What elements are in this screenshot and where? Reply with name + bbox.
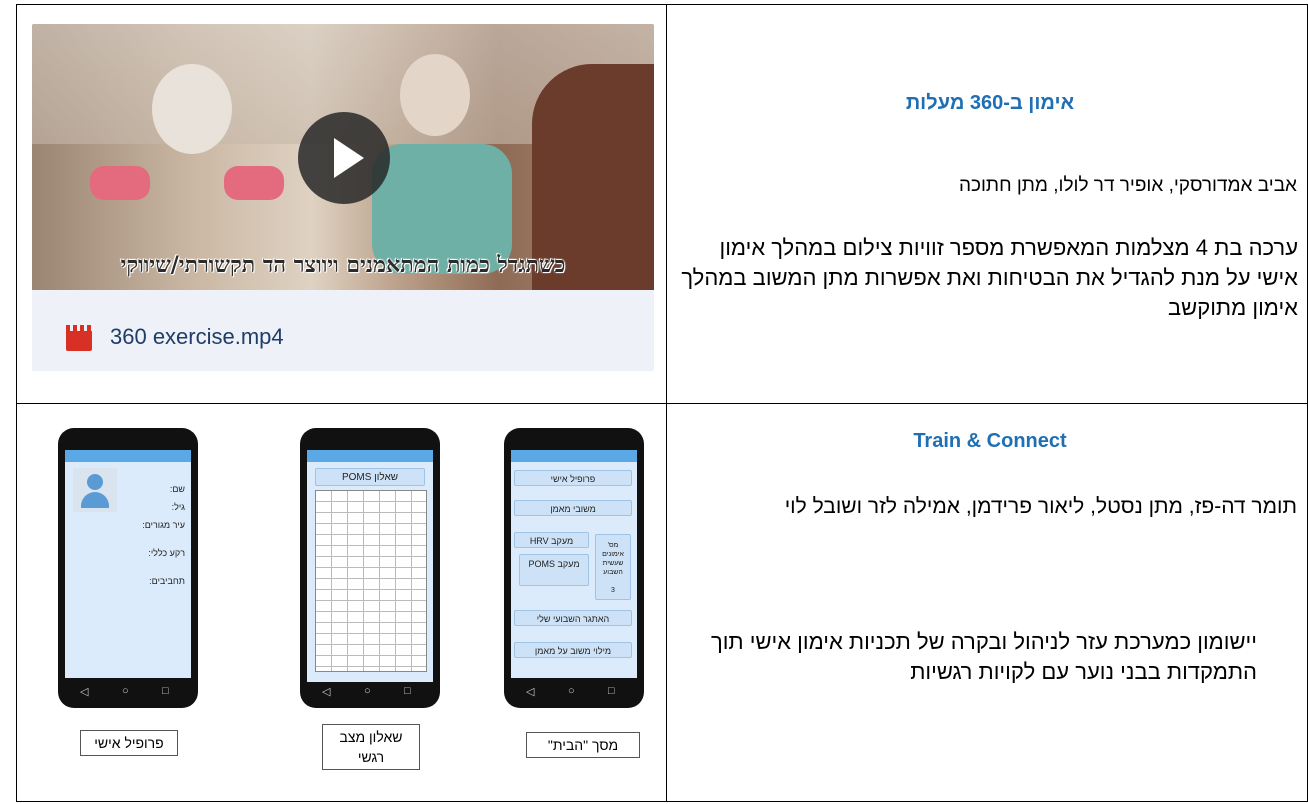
- profile-screen: שם: גיל: עיר מגורים: רקע כללי: תחביבים:: [65, 450, 191, 678]
- video-file-icon: [66, 325, 92, 351]
- profile-field-name: שם:: [169, 484, 185, 494]
- poms-header: שאלון POMS: [315, 468, 425, 486]
- recents-icon[interactable]: □: [608, 685, 615, 697]
- counter-title: מס' אימונים שעשית השבוע: [602, 542, 624, 576]
- project-authors-train-connect: תומר דה-פז, מתן נסטל, ליאור פרידמן, אמיל…: [784, 495, 1297, 518]
- project-title-360: אימון ב-360 מעלות: [905, 92, 1075, 114]
- home-button-poms[interactable]: מעקב POMS: [519, 554, 589, 586]
- avatar: [73, 468, 117, 512]
- home-icon[interactable]: ○: [122, 685, 129, 697]
- counter-value: 3: [611, 587, 615, 594]
- home-button-profile[interactable]: פרופיל אישי: [514, 470, 632, 486]
- home-icon[interactable]: ○: [568, 685, 575, 697]
- back-icon[interactable]: ◁: [322, 685, 330, 698]
- dumbbell-left: [90, 166, 150, 200]
- video-attachment[interactable]: כשתגדל כמות המתאמנים ויווצר הד תקשורתי/ש…: [32, 24, 654, 371]
- project-authors-360: אביב אמדורסקי, אופיר דר לולו, מתן חתוכה: [958, 175, 1297, 196]
- poms-table[interactable]: [315, 490, 427, 672]
- recents-icon[interactable]: □: [162, 685, 169, 697]
- back-icon[interactable]: ◁: [526, 685, 534, 698]
- weekly-workouts-counter: מס' אימונים שעשית השבוע 3: [595, 534, 631, 600]
- dumbbell-right: [224, 166, 284, 200]
- home-button-hrv[interactable]: מעקב HRV: [514, 532, 589, 548]
- recents-icon[interactable]: □: [404, 685, 411, 697]
- profile-field-background: רקע כללי:: [148, 548, 185, 558]
- home-button-fill-coach-feedback[interactable]: מילוי משוב על מאמן: [514, 642, 632, 658]
- project-title-train-connect: Train & Connect: [913, 430, 1067, 452]
- poms-screen: שאלון POMS: [307, 450, 433, 682]
- profile-field-city: עיר מגורים:: [142, 520, 185, 530]
- label-home-screen: מסך "הבית": [526, 732, 640, 758]
- profile-field-age: גיל:: [171, 502, 185, 512]
- home-icon[interactable]: ○: [364, 685, 371, 697]
- project-description-train-connect: יישומון כמערכת עזר לניהול ובקרה של תכניו…: [710, 629, 1257, 684]
- play-icon[interactable]: [298, 112, 390, 204]
- back-icon[interactable]: ◁: [80, 685, 88, 698]
- phone-profile-screen: שם: גיל: עיר מגורים: רקע כללי: תחביבים: …: [58, 428, 198, 708]
- label-poms-screen: שאלון מצב רגשי: [322, 724, 420, 770]
- row-divider: [16, 403, 1308, 404]
- video-filename[interactable]: 360 exercise.mp4: [110, 324, 284, 350]
- senior-woman-figure: [152, 64, 232, 154]
- video-thumbnail[interactable]: כשתגדל כמות המתאמנים ויווצר הד תקשורתי/ש…: [32, 24, 654, 290]
- home-screen: פרופיל אישי משובי מאמן מעקב HRV מעקב POM…: [511, 450, 637, 678]
- home-button-coach-feedback[interactable]: משובי מאמן: [514, 500, 632, 516]
- column-divider: [666, 4, 667, 802]
- video-caption: כשתגדל כמות המתאמנים ויווצר הד תקשורתי/ש…: [120, 252, 566, 278]
- home-button-weekly-challenge[interactable]: האתגר השבועי שלי: [514, 610, 632, 626]
- project-description-360: ערכה בת 4 מצלמות המאפשרת מספר זוויות ציל…: [681, 235, 1298, 320]
- phone-poms-screen: שאלון POMS ◁ ○ □: [300, 428, 440, 708]
- label-profile-screen: פרופיל אישי: [80, 730, 178, 756]
- profile-field-hobbies: תחביבים:: [149, 576, 185, 586]
- senior-man-figure: [400, 54, 470, 136]
- phone-home-screen: פרופיל אישי משובי מאמן מעקב HRV מעקב POM…: [504, 428, 644, 708]
